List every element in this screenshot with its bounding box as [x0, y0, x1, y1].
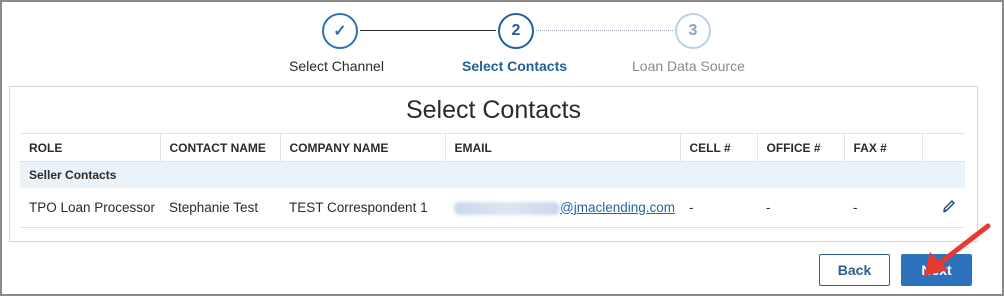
step-3-indicator: 3: [675, 13, 711, 49]
cell-company-name: TEST Correspondent 1: [280, 187, 445, 228]
group-label-seller-contacts: Seller Contacts: [20, 161, 965, 188]
step-3-label: Loan Data Source: [632, 58, 745, 74]
step-2-label: Select Contacts: [462, 58, 568, 74]
email-domain-link[interactable]: @jmaclending.com: [560, 200, 675, 215]
cell-role: TPO Loan Processor: [20, 187, 160, 228]
cell-email[interactable]: @jmaclending.com: [445, 187, 680, 228]
step-connector-1: [360, 30, 496, 31]
email-redacted: [454, 201, 560, 215]
panel-title: Select Contacts: [405, 96, 582, 124]
cell-office-number: -: [757, 187, 844, 228]
cell-cell-number: -: [680, 187, 757, 228]
contacts-table: ROLE CONTACT NAME COMPANY NAME EMAIL CEL…: [20, 133, 965, 228]
stepper: ✓ 2 3 Select Channel Select Contacts Loa…: [0, 0, 1004, 80]
select-contacts-panel: Select Contacts ROLE CONTACT NAME COMPAN…: [9, 86, 978, 242]
cell-contact-name: Stephanie Test: [160, 187, 280, 228]
step-1-check-icon[interactable]: ✓: [322, 13, 358, 49]
table-header-row: ROLE CONTACT NAME COMPANY NAME EMAIL CEL…: [20, 133, 965, 162]
table-row: TPO Loan Processor Stephanie Test TEST C…: [20, 187, 965, 228]
edit-pencil-icon[interactable]: [941, 198, 957, 217]
column-header-fax: FAX #: [844, 133, 923, 162]
column-header-email: EMAIL: [445, 133, 681, 162]
column-header-office: OFFICE #: [757, 133, 845, 162]
group-row: Seller Contacts: [20, 161, 965, 188]
cell-fax-number: -: [844, 187, 922, 228]
column-header-role: ROLE: [20, 133, 161, 162]
column-header-company-name: COMPANY NAME: [280, 133, 446, 162]
column-header-contact-name: CONTACT NAME: [160, 133, 281, 162]
step-2-indicator[interactable]: 2: [498, 13, 534, 49]
back-button[interactable]: Back: [819, 254, 890, 286]
step-connector-2: [536, 30, 673, 31]
column-header-cell: CELL #: [680, 133, 758, 162]
annotation-arrow: [924, 223, 991, 276]
step-1-label[interactable]: Select Channel: [289, 58, 384, 74]
column-header-actions: [922, 133, 965, 162]
